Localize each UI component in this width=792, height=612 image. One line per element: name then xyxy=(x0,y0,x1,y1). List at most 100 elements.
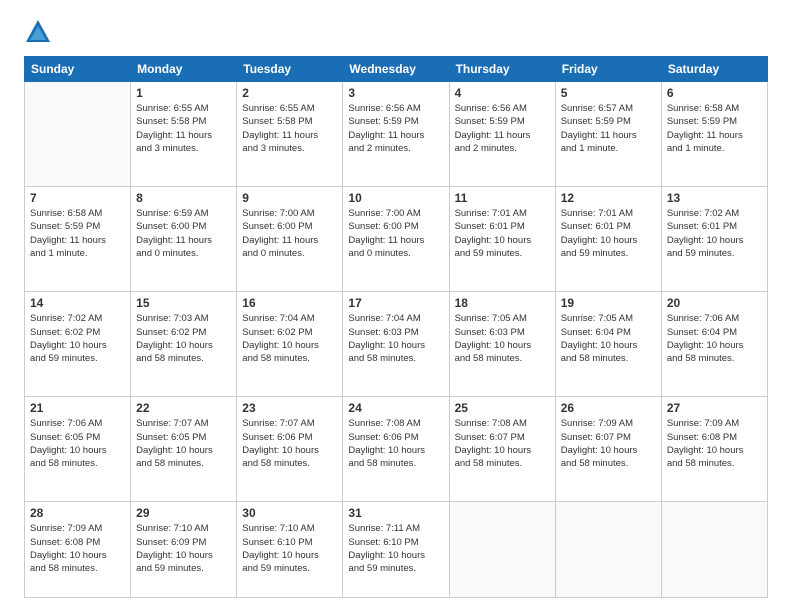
day-info: Sunrise: 7:02 AM Sunset: 6:02 PM Dayligh… xyxy=(30,312,125,365)
calendar-cell: 26 Sunrise: 7:09 AM Sunset: 6:07 PM Dayli… xyxy=(555,397,661,502)
calendar-cell: 23Sunrise: 7:07 AM Sunset: 6:06 PM Dayli… xyxy=(237,397,343,502)
day-info: Sunrise: 7:09 AM Sunset: 6:08 PM Dayligh… xyxy=(667,417,762,470)
calendar-header-row: SundayMondayTuesdayWednesdayThursdayFrid… xyxy=(25,57,768,82)
day-number: 21 xyxy=(30,401,125,415)
day-number: 2 xyxy=(242,86,337,100)
day-info: Sunrise: 6:58 AM Sunset: 5:59 PM Dayligh… xyxy=(667,102,762,155)
col-header-saturday: Saturday xyxy=(661,57,767,82)
header xyxy=(24,18,768,46)
col-header-tuesday: Tuesday xyxy=(237,57,343,82)
day-info: Sunrise: 6:58 AM Sunset: 5:59 PM Dayligh… xyxy=(30,207,125,260)
col-header-wednesday: Wednesday xyxy=(343,57,449,82)
calendar-cell: 9 Sunrise: 7:00 AM Sunset: 6:00 PM Daylig… xyxy=(237,187,343,292)
calendar-cell: 12 Sunrise: 7:01 AM Sunset: 6:01 PM Dayli… xyxy=(555,187,661,292)
day-info: Sunrise: 6:59 AM Sunset: 6:00 PM Dayligh… xyxy=(136,207,231,260)
day-number: 30 xyxy=(242,506,337,520)
day-info: Sunrise: 6:56 AM Sunset: 5:59 PM Dayligh… xyxy=(455,102,550,155)
calendar-cell: 10 Sunrise: 7:00 AM Sunset: 6:00 PM Dayli… xyxy=(343,187,449,292)
calendar-cell: 3 Sunrise: 6:56 AM Sunset: 5:59 PM Daylig… xyxy=(343,82,449,187)
calendar-cell: 5Sunrise: 6:57 AM Sunset: 5:59 PM Daylig… xyxy=(555,82,661,187)
day-number: 4 xyxy=(455,86,550,100)
day-number: 1 xyxy=(136,86,231,100)
day-number: 8 xyxy=(136,191,231,205)
col-header-monday: Monday xyxy=(131,57,237,82)
day-info: Sunrise: 7:07 AM Sunset: 6:05 PM Dayligh… xyxy=(136,417,231,470)
day-info: Sunrise: 7:04 AM Sunset: 6:02 PM Dayligh… xyxy=(242,312,337,365)
logo-icon xyxy=(24,18,52,46)
day-number: 7 xyxy=(30,191,125,205)
calendar-row-1: 1 Sunrise: 6:55 AM Sunset: 5:58 PM Daylig… xyxy=(25,82,768,187)
day-number: 10 xyxy=(348,191,443,205)
page: SundayMondayTuesdayWednesdayThursdayFrid… xyxy=(0,0,792,612)
calendar-row-5: 28 Sunrise: 7:09 AM Sunset: 6:08 PM Dayli… xyxy=(25,502,768,598)
day-number: 25 xyxy=(455,401,550,415)
day-number: 19 xyxy=(561,296,656,310)
day-info: Sunrise: 7:06 AM Sunset: 6:04 PM Dayligh… xyxy=(667,312,762,365)
day-info: Sunrise: 6:55 AM Sunset: 5:58 PM Dayligh… xyxy=(242,102,337,155)
day-number: 6 xyxy=(667,86,762,100)
calendar-cell: 17Sunrise: 7:04 AM Sunset: 6:03 PM Dayli… xyxy=(343,292,449,397)
col-header-friday: Friday xyxy=(555,57,661,82)
calendar-cell: 30 Sunrise: 7:10 AM Sunset: 6:10 PM Dayli… xyxy=(237,502,343,598)
calendar-cell: 24 Sunrise: 7:08 AM Sunset: 6:06 PM Dayli… xyxy=(343,397,449,502)
day-info: Sunrise: 7:01 AM Sunset: 6:01 PM Dayligh… xyxy=(561,207,656,260)
day-info: Sunrise: 7:11 AM Sunset: 6:10 PM Dayligh… xyxy=(348,522,443,575)
day-info: Sunrise: 7:07 AM Sunset: 6:06 PM Dayligh… xyxy=(242,417,337,470)
calendar-cell: 28 Sunrise: 7:09 AM Sunset: 6:08 PM Dayli… xyxy=(25,502,131,598)
day-info: Sunrise: 7:09 AM Sunset: 6:07 PM Dayligh… xyxy=(561,417,656,470)
calendar-cell: 29Sunrise: 7:10 AM Sunset: 6:09 PM Dayli… xyxy=(131,502,237,598)
day-info: Sunrise: 7:06 AM Sunset: 6:05 PM Dayligh… xyxy=(30,417,125,470)
day-info: Sunrise: 7:03 AM Sunset: 6:02 PM Dayligh… xyxy=(136,312,231,365)
day-number: 15 xyxy=(136,296,231,310)
day-number: 3 xyxy=(348,86,443,100)
day-number: 9 xyxy=(242,191,337,205)
day-info: Sunrise: 7:00 AM Sunset: 6:00 PM Dayligh… xyxy=(348,207,443,260)
day-number: 17 xyxy=(348,296,443,310)
calendar-cell: 19 Sunrise: 7:05 AM Sunset: 6:04 PM Dayli… xyxy=(555,292,661,397)
day-info: Sunrise: 7:00 AM Sunset: 6:00 PM Dayligh… xyxy=(242,207,337,260)
day-number: 13 xyxy=(667,191,762,205)
calendar-cell: 11 Sunrise: 7:01 AM Sunset: 6:01 PM Dayli… xyxy=(449,187,555,292)
day-number: 20 xyxy=(667,296,762,310)
calendar-cell: 21 Sunrise: 7:06 AM Sunset: 6:05 PM Dayli… xyxy=(25,397,131,502)
col-header-thursday: Thursday xyxy=(449,57,555,82)
calendar-cell: 14 Sunrise: 7:02 AM Sunset: 6:02 PM Dayli… xyxy=(25,292,131,397)
day-info: Sunrise: 6:56 AM Sunset: 5:59 PM Dayligh… xyxy=(348,102,443,155)
day-number: 31 xyxy=(348,506,443,520)
day-info: Sunrise: 7:02 AM Sunset: 6:01 PM Dayligh… xyxy=(667,207,762,260)
calendar-cell: 27 Sunrise: 7:09 AM Sunset: 6:08 PM Dayli… xyxy=(661,397,767,502)
logo xyxy=(24,18,56,46)
calendar-cell: 1Sunrise: 6:55 AM Sunset: 5:58 PM Daylig… xyxy=(131,82,237,187)
day-info: Sunrise: 6:57 AM Sunset: 5:59 PM Dayligh… xyxy=(561,102,656,155)
calendar-cell: 15 Sunrise: 7:03 AM Sunset: 6:02 PM Dayli… xyxy=(131,292,237,397)
day-number: 27 xyxy=(667,401,762,415)
calendar-cell xyxy=(25,82,131,187)
day-number: 26 xyxy=(561,401,656,415)
calendar-cell: 4 Sunrise: 6:56 AM Sunset: 5:59 PM Daylig… xyxy=(449,82,555,187)
day-number: 11 xyxy=(455,191,550,205)
day-info: Sunrise: 7:09 AM Sunset: 6:08 PM Dayligh… xyxy=(30,522,125,575)
col-header-sunday: Sunday xyxy=(25,57,131,82)
day-info: Sunrise: 7:10 AM Sunset: 6:09 PM Dayligh… xyxy=(136,522,231,575)
day-info: Sunrise: 7:01 AM Sunset: 6:01 PM Dayligh… xyxy=(455,207,550,260)
calendar-row-4: 21 Sunrise: 7:06 AM Sunset: 6:05 PM Dayli… xyxy=(25,397,768,502)
calendar-table: SundayMondayTuesdayWednesdayThursdayFrid… xyxy=(24,56,768,598)
calendar-row-2: 7 Sunrise: 6:58 AM Sunset: 5:59 PM Daylig… xyxy=(25,187,768,292)
day-number: 22 xyxy=(136,401,231,415)
calendar-cell: 18 Sunrise: 7:05 AM Sunset: 6:03 PM Dayli… xyxy=(449,292,555,397)
calendar-cell xyxy=(449,502,555,598)
day-number: 18 xyxy=(455,296,550,310)
day-info: Sunrise: 7:05 AM Sunset: 6:03 PM Dayligh… xyxy=(455,312,550,365)
calendar-cell: 25 Sunrise: 7:08 AM Sunset: 6:07 PM Dayli… xyxy=(449,397,555,502)
calendar-row-3: 14 Sunrise: 7:02 AM Sunset: 6:02 PM Dayli… xyxy=(25,292,768,397)
calendar-cell: 22 Sunrise: 7:07 AM Sunset: 6:05 PM Dayli… xyxy=(131,397,237,502)
day-info: Sunrise: 7:10 AM Sunset: 6:10 PM Dayligh… xyxy=(242,522,337,575)
day-number: 12 xyxy=(561,191,656,205)
day-number: 28 xyxy=(30,506,125,520)
day-info: Sunrise: 7:08 AM Sunset: 6:07 PM Dayligh… xyxy=(455,417,550,470)
calendar-cell: 20 Sunrise: 7:06 AM Sunset: 6:04 PM Dayli… xyxy=(661,292,767,397)
day-number: 14 xyxy=(30,296,125,310)
day-info: Sunrise: 7:08 AM Sunset: 6:06 PM Dayligh… xyxy=(348,417,443,470)
day-number: 24 xyxy=(348,401,443,415)
day-info: Sunrise: 7:05 AM Sunset: 6:04 PM Dayligh… xyxy=(561,312,656,365)
